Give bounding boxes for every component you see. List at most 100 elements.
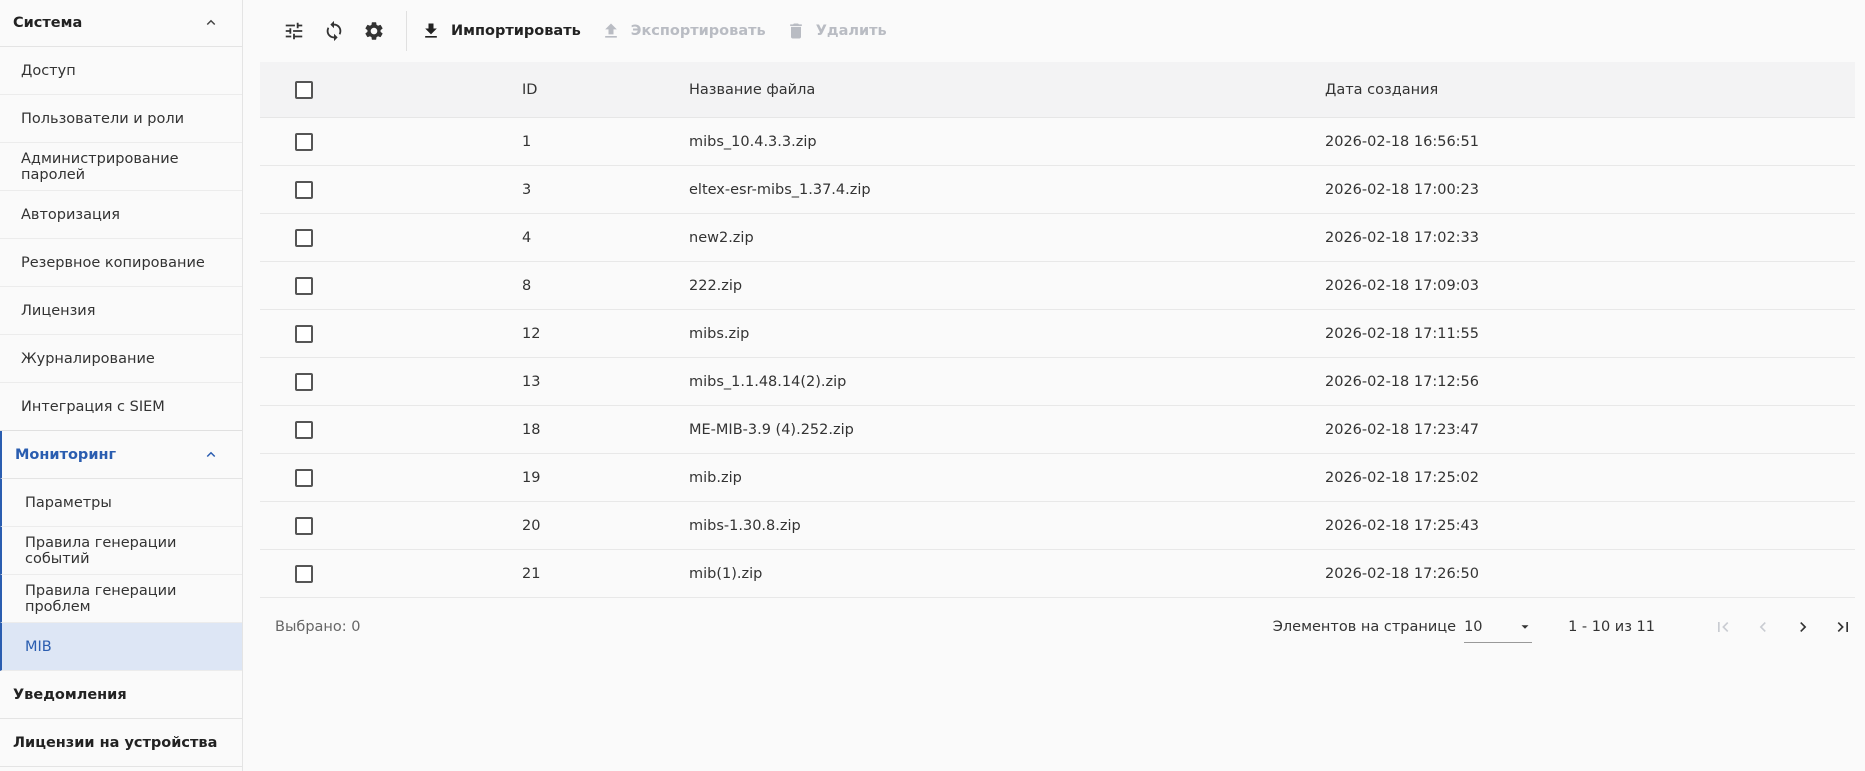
cell-id: 3	[522, 181, 532, 198]
table-row[interactable]: 8 222.zip 2026-02-18 17:09:03	[260, 262, 1855, 310]
caret-down-icon	[1521, 624, 1529, 629]
cell-id: 13	[522, 373, 541, 390]
table-footer: Выбрано: 0 Элементов на странице 10 1 - …	[260, 598, 1855, 656]
filter-settings-icon[interactable]	[282, 19, 306, 43]
section-header-notifications[interactable]: Уведомления	[0, 671, 242, 719]
cell-name: ME-MIB-3.9 (4).252.zip	[689, 421, 854, 438]
row-checkbox[interactable]	[295, 132, 313, 151]
row-checkbox[interactable]	[295, 420, 313, 439]
cell-name: mibs-1.30.8.zip	[689, 517, 801, 534]
table-row[interactable]: 1 mibs_10.4.3.3.zip 2026-02-18 16:56:51	[260, 118, 1855, 166]
table-row[interactable]: 3 eltex-esr-mibs_1.37.4.zip 2026-02-18 17:…	[260, 166, 1855, 214]
sidebar-item-password-admin[interactable]: Администрирование паролей	[0, 143, 242, 191]
download-icon	[425, 23, 437, 38]
section-title-monitoring: Мониторинг	[15, 446, 117, 463]
table-row[interactable]: 20 mibs-1.30.8.zip 2026-02-18 17:25:43	[260, 502, 1855, 550]
per-page-value: 10	[1464, 618, 1483, 635]
chevron-up-icon	[206, 451, 216, 457]
import-button[interactable]: Импортировать	[421, 21, 581, 41]
cell-name: eltex-esr-mibs_1.37.4.zip	[689, 181, 871, 198]
cell-id: 20	[522, 517, 541, 534]
cell-date: 2026-02-18 17:02:33	[1325, 229, 1479, 246]
row-checkbox[interactable]	[295, 372, 313, 391]
section-header-system[interactable]: Система	[0, 0, 242, 47]
cell-date: 2026-02-18 17:11:55	[1325, 325, 1479, 342]
row-checkbox[interactable]	[295, 516, 313, 535]
cell-name: mib(1).zip	[689, 565, 763, 582]
select-all-checkbox[interactable]	[295, 80, 313, 99]
table-row[interactable]: 12 mibs.zip 2026-02-18 17:11:55	[260, 310, 1855, 358]
sidebar-item-mib[interactable]: MIB	[0, 623, 242, 671]
cell-name: 222.zip	[689, 277, 743, 294]
chevron-up-icon	[206, 19, 216, 26]
per-page-select[interactable]: 10	[1464, 611, 1533, 643]
table-row[interactable]: 18 ME-MIB-3.9 (4).252.zip 2026-02-18 17:23…	[260, 406, 1855, 454]
cell-name: new2.zip	[689, 229, 754, 246]
toolbar-divider	[406, 11, 407, 51]
sidebar-item-problem-rules[interactable]: Правила генерации проблем	[0, 575, 242, 623]
row-checkbox[interactable]	[295, 276, 313, 295]
row-checkbox[interactable]	[295, 564, 313, 583]
cell-date: 2026-02-18 17:26:50	[1325, 565, 1479, 582]
per-page-label: Элементов на странице	[1272, 619, 1457, 635]
cell-id: 21	[522, 565, 541, 582]
sidebar-item-license[interactable]: Лицензия	[0, 287, 242, 335]
main-content: Импортировать Экспортировать Удалить ID …	[260, 0, 1865, 771]
cell-date: 2026-02-18 17:00:23	[1325, 181, 1479, 198]
mib-table: ID Название файла Дата создания 1 mibs_10…	[260, 62, 1855, 598]
sidebar-item-users-roles[interactable]: Пользователи и роли	[0, 95, 242, 143]
cell-name: mibs_10.4.3.3.zip	[689, 133, 817, 150]
cell-date: 2026-02-18 17:12:56	[1325, 373, 1479, 390]
table-row[interactable]: 13 mibs_1.1.48.14(2).zip 2026-02-18 17:12:…	[260, 358, 1855, 406]
section-header-monitoring[interactable]: Мониторинг	[0, 431, 242, 479]
sidebar: Система Доступ Пользователи и роли Админ…	[0, 0, 243, 771]
delete-button[interactable]: Удалить	[786, 21, 887, 41]
cell-date: 2026-02-18 17:23:47	[1325, 421, 1479, 438]
gear-icon[interactable]	[362, 19, 386, 43]
table-row[interactable]: 4 new2.zip 2026-02-18 17:02:33	[260, 214, 1855, 262]
cell-date: 2026-02-18 17:25:02	[1325, 469, 1479, 486]
cell-name: mibs_1.1.48.14(2).zip	[689, 373, 847, 390]
next-page-icon[interactable]	[1791, 615, 1815, 639]
cell-date: 2026-02-18 17:25:43	[1325, 517, 1479, 534]
sidebar-item-access[interactable]: Доступ	[0, 47, 242, 95]
prev-page-icon[interactable]	[1751, 615, 1775, 639]
monitoring-items: Параметры Правила генерации событий Прав…	[0, 479, 242, 671]
row-checkbox[interactable]	[295, 468, 313, 487]
cell-date: 2026-02-18 17:09:03	[1325, 277, 1479, 294]
last-page-icon[interactable]	[1831, 615, 1855, 639]
row-checkbox[interactable]	[295, 228, 313, 247]
table-row[interactable]: 19 mib.zip 2026-02-18 17:25:02	[260, 454, 1855, 502]
column-header-name[interactable]: Название файла	[689, 82, 1325, 98]
cell-id: 19	[522, 469, 541, 486]
export-button[interactable]: Экспортировать	[601, 21, 766, 41]
selected-count: Выбрано: 0	[275, 619, 361, 635]
cell-id: 4	[522, 229, 532, 246]
cell-id: 12	[522, 325, 541, 342]
table-row[interactable]: 21 mib(1).zip 2026-02-18 17:26:50	[260, 550, 1855, 598]
row-checkbox[interactable]	[295, 324, 313, 343]
cell-id: 18	[522, 421, 541, 438]
toolbar: Импортировать Экспортировать Удалить	[260, 0, 1865, 62]
section-title-system: Система	[13, 15, 83, 31]
refresh-icon[interactable]	[322, 19, 346, 43]
page-range: 1 - 10 из 11	[1568, 619, 1655, 635]
sidebar-item-siem[interactable]: Интеграция с SIEM	[0, 383, 242, 431]
sidebar-item-backup[interactable]: Резервное копирование	[0, 239, 242, 287]
cell-id: 1	[522, 133, 532, 150]
sidebar-item-logging[interactable]: Журналирование	[0, 335, 242, 383]
row-checkbox[interactable]	[295, 180, 313, 199]
sidebar-item-parameters[interactable]: Параметры	[0, 479, 242, 527]
cell-name: mibs.zip	[689, 325, 750, 342]
section-title-device-licenses: Лицензии на устройства	[13, 734, 218, 751]
sidebar-item-event-rules[interactable]: Правила генерации событий	[0, 527, 242, 575]
cell-name: mib.zip	[689, 469, 742, 486]
first-page-icon[interactable]	[1711, 615, 1735, 639]
trash-icon	[789, 23, 802, 39]
column-header-date[interactable]: Дата создания	[1325, 82, 1855, 98]
column-header-id[interactable]: ID	[522, 82, 689, 98]
cell-date: 2026-02-18 16:56:51	[1325, 133, 1479, 150]
section-header-device-licenses[interactable]: Лицензии на устройства	[0, 719, 242, 767]
cell-id: 8	[522, 277, 532, 294]
sidebar-item-authorization[interactable]: Авторизация	[0, 191, 242, 239]
